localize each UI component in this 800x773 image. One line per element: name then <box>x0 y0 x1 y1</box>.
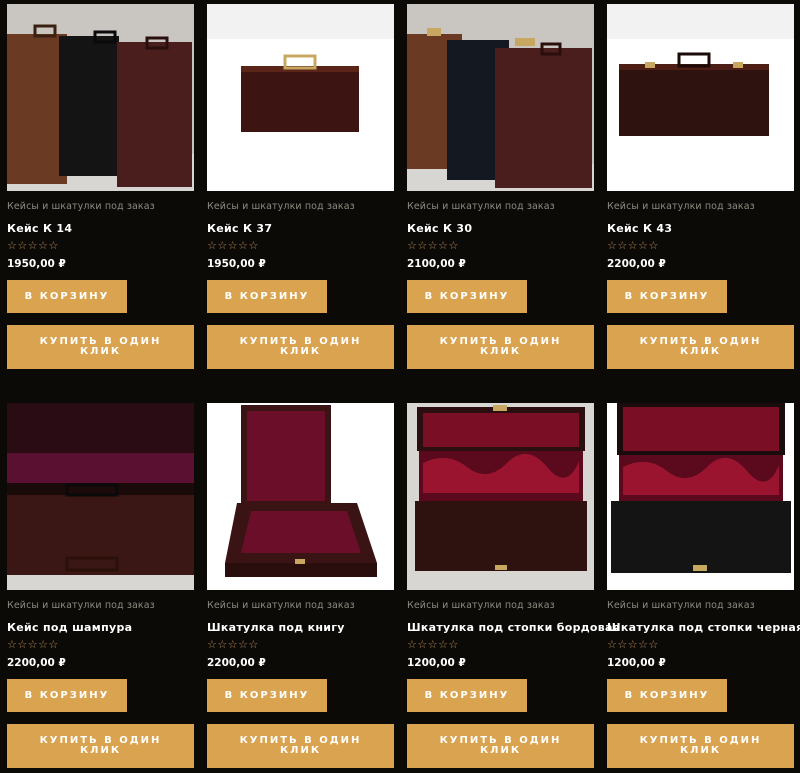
product-card: Кейсы и шкатулки под заказ Шкатулка под … <box>207 403 394 773</box>
product-category[interactable]: Кейсы и шкатулки под заказ <box>7 600 155 611</box>
product-card: Кейсы и шкатулки под заказ Кейс К 43 ☆☆☆… <box>607 4 794 403</box>
product-price: 1950,00 ₽ <box>7 258 66 270</box>
product-price: 2200,00 ₽ <box>207 657 266 669</box>
product-image[interactable] <box>607 4 794 191</box>
product-title[interactable]: Кейс К 43 <box>607 222 672 235</box>
buy-one-click-button[interactable]: КУПИТЬ В ОДИН КЛИК <box>607 325 794 369</box>
buy-one-click-button[interactable]: КУПИТЬ В ОДИН КЛИК <box>407 325 594 369</box>
product-image[interactable] <box>7 4 194 191</box>
product-image[interactable] <box>407 403 594 590</box>
product-card: Кейсы и шкатулки под заказ Кейс К 14 ☆☆☆… <box>7 4 194 403</box>
product-category[interactable]: Кейсы и шкатулки под заказ <box>607 201 755 212</box>
product-card: Кейсы и шкатулки под заказ Кейс К 37 ☆☆☆… <box>207 4 394 403</box>
add-to-cart-button[interactable]: В КОРЗИНУ <box>7 679 127 712</box>
product-title[interactable]: Кейс К 37 <box>207 222 272 235</box>
product-image[interactable] <box>607 403 794 590</box>
rating-stars: ☆☆☆☆☆ <box>207 638 259 651</box>
rating-stars: ☆☆☆☆☆ <box>7 638 59 651</box>
product-category[interactable]: Кейсы и шкатулки под заказ <box>407 201 555 212</box>
product-category[interactable]: Кейсы и шкатулки под заказ <box>207 600 355 611</box>
rating-stars: ☆☆☆☆☆ <box>407 239 459 252</box>
product-grid: Кейсы и шкатулки под заказ Кейс К 14 ☆☆☆… <box>7 4 800 773</box>
rating-stars: ☆☆☆☆☆ <box>207 239 259 252</box>
buy-one-click-button[interactable]: КУПИТЬ В ОДИН КЛИК <box>7 724 194 768</box>
buy-one-click-button[interactable]: КУПИТЬ В ОДИН КЛИК <box>407 724 594 768</box>
add-to-cart-button[interactable]: В КОРЗИНУ <box>407 280 527 313</box>
product-title[interactable]: Шкатулка под книгу <box>207 621 345 634</box>
add-to-cart-button[interactable]: В КОРЗИНУ <box>7 280 127 313</box>
product-card: Кейсы и шкатулки под заказ Шкатулка под … <box>607 403 800 773</box>
product-image[interactable] <box>7 403 194 590</box>
buy-one-click-button[interactable]: КУПИТЬ В ОДИН КЛИК <box>207 325 394 369</box>
product-price: 2100,00 ₽ <box>407 258 466 270</box>
add-to-cart-button[interactable]: В КОРЗИНУ <box>607 280 727 313</box>
rating-stars: ☆☆☆☆☆ <box>407 638 459 651</box>
rating-stars: ☆☆☆☆☆ <box>7 239 59 252</box>
product-card: Кейсы и шкатулки под заказ Кейс под шамп… <box>7 403 194 773</box>
product-title[interactable]: Кейс под шампура <box>7 621 132 634</box>
rating-stars: ☆☆☆☆☆ <box>607 638 659 651</box>
product-category[interactable]: Кейсы и шкатулки под заказ <box>207 201 355 212</box>
product-card: Кейсы и шкатулки под заказ Кейс К 30 ☆☆☆… <box>407 4 594 403</box>
product-price: 2200,00 ₽ <box>7 657 66 669</box>
product-category[interactable]: Кейсы и шкатулки под заказ <box>607 600 755 611</box>
product-price: 1950,00 ₽ <box>207 258 266 270</box>
buy-one-click-button[interactable]: КУПИТЬ В ОДИН КЛИК <box>207 724 394 768</box>
rating-stars: ☆☆☆☆☆ <box>607 239 659 252</box>
add-to-cart-button[interactable]: В КОРЗИНУ <box>407 679 527 712</box>
product-image[interactable] <box>207 403 394 590</box>
add-to-cart-button[interactable]: В КОРЗИНУ <box>207 679 327 712</box>
product-image[interactable] <box>207 4 394 191</box>
product-title[interactable]: Кейс К 14 <box>7 222 72 235</box>
buy-one-click-button[interactable]: КУПИТЬ В ОДИН КЛИК <box>7 325 194 369</box>
product-price: 1200,00 ₽ <box>407 657 466 669</box>
product-image[interactable] <box>407 4 594 191</box>
product-category[interactable]: Кейсы и шкатулки под заказ <box>7 201 155 212</box>
product-category[interactable]: Кейсы и шкатулки под заказ <box>407 600 555 611</box>
product-title[interactable]: Шкатулка под стопки бордовая <box>407 621 620 634</box>
product-price: 1200,00 ₽ <box>607 657 666 669</box>
product-title[interactable]: Шкатулка под стопки черная <box>607 621 800 634</box>
add-to-cart-button[interactable]: В КОРЗИНУ <box>607 679 727 712</box>
add-to-cart-button[interactable]: В КОРЗИНУ <box>207 280 327 313</box>
product-title[interactable]: Кейс К 30 <box>407 222 472 235</box>
buy-one-click-button[interactable]: КУПИТЬ В ОДИН КЛИК <box>607 724 794 768</box>
product-price: 2200,00 ₽ <box>607 258 666 270</box>
product-card: Кейсы и шкатулки под заказ Шкатулка под … <box>407 403 620 773</box>
